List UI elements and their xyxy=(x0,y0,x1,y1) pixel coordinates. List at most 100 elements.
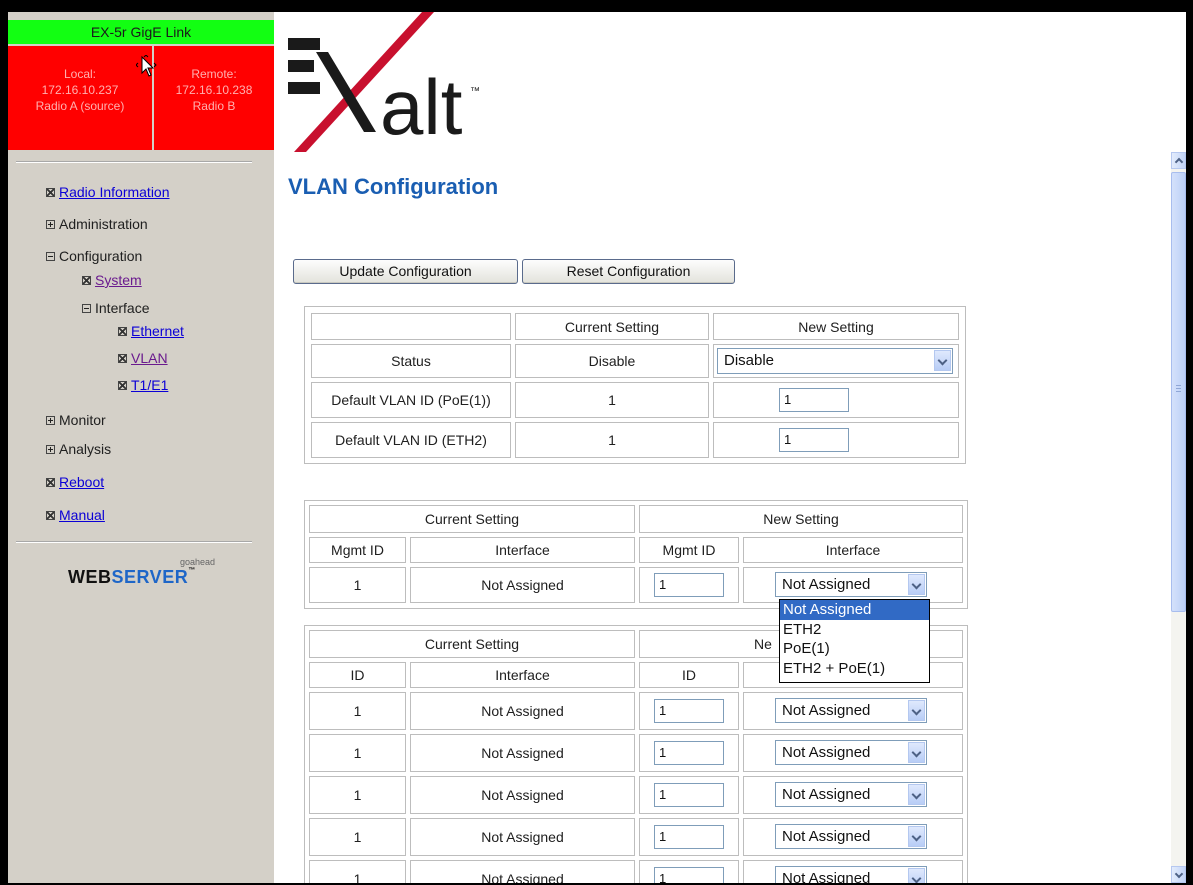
vlan-id-input[interactable]: 1 xyxy=(654,825,724,849)
dropdown-option[interactable]: ETH2 xyxy=(780,620,929,640)
mgmt-id-input[interactable]: 1 xyxy=(654,573,724,597)
header-new-setting: New Setting xyxy=(713,313,959,340)
manual-link[interactable]: Manual xyxy=(59,507,105,523)
vlan-row-id: 1 xyxy=(309,776,406,814)
leaf-node-icon xyxy=(118,381,127,390)
logo-trademark: ™ xyxy=(470,86,480,97)
mgmt-col-interface: Interface xyxy=(410,537,635,563)
t1e1-link[interactable]: T1/E1 xyxy=(131,377,168,393)
webserver-vendor-text: goahead xyxy=(180,557,216,567)
mgmt-interface-select[interactable]: Not Assigned xyxy=(775,572,927,597)
vlan-interface-select[interactable]: Not Assigned xyxy=(775,866,927,883)
status-new-cell: Disable xyxy=(713,344,959,378)
scroll-up-button[interactable] xyxy=(1171,152,1186,169)
vlan-list-col-id: ID xyxy=(309,662,406,688)
vertical-scrollbar[interactable] xyxy=(1171,152,1186,883)
expand-icon[interactable] xyxy=(46,220,55,229)
ethernet-link[interactable]: Ethernet xyxy=(131,323,184,339)
scrollbar-thumb[interactable] xyxy=(1171,172,1186,612)
vlan-link[interactable]: VLAN xyxy=(131,350,168,366)
dropdown-arrow-icon[interactable] xyxy=(908,700,925,721)
vlan-row-new-id-cell: 1 xyxy=(639,860,739,883)
vlan-interface-select[interactable]: Not Assigned xyxy=(775,824,927,849)
collapse-icon[interactable] xyxy=(82,304,91,313)
mgmt-header-current: Current Setting xyxy=(309,505,635,533)
nav-item-monitor[interactable]: Monitor xyxy=(46,412,106,428)
system-link[interactable]: System xyxy=(95,272,142,288)
vlan-row-new-interface-cell: Not Assigned xyxy=(743,818,963,856)
reset-configuration-button[interactable]: Reset Configuration xyxy=(522,259,735,284)
interface-label: Interface xyxy=(95,300,150,316)
vlan-status-table: Current Setting New Setting Status Disab… xyxy=(304,306,966,464)
local-radio-status: Local: 172.16.10.237 Radio A (source) xyxy=(8,46,152,150)
logo-wordmark: alt xyxy=(380,63,463,151)
vlan-id-input[interactable]: 1 xyxy=(654,741,724,765)
administration-label: Administration xyxy=(59,216,148,232)
nav-item-reboot[interactable]: Reboot xyxy=(46,474,104,490)
default-vlan-poe-new-cell: 1 xyxy=(713,382,959,418)
reboot-link[interactable]: Reboot xyxy=(59,474,104,490)
mgmt-new-interface-cell: Not Assigned xyxy=(743,567,963,603)
vlan-id-input[interactable]: 1 xyxy=(654,783,724,807)
vlan-list-col-new-id: ID xyxy=(639,662,739,688)
mgmt-col-new-interface: Interface xyxy=(743,537,963,563)
expand-icon[interactable] xyxy=(46,416,55,425)
nav-item-manual[interactable]: Manual xyxy=(46,507,105,523)
status-select[interactable]: Disable xyxy=(717,348,953,374)
dropdown-arrow-icon[interactable] xyxy=(908,784,925,805)
default-vlan-poe-input[interactable]: 1 xyxy=(779,388,849,412)
vlan-row-new-interface-cell: Not Assigned xyxy=(743,692,963,730)
remote-label: Remote: xyxy=(191,67,237,81)
interface-dropdown-list[interactable]: Not Assigned ETH2 PoE(1) ETH2 + PoE(1) xyxy=(779,599,930,683)
exalt-logo: alt ™ xyxy=(288,12,480,152)
dropdown-arrow-icon[interactable] xyxy=(908,868,925,883)
radio-information-link[interactable]: Radio Information xyxy=(59,184,170,200)
nav-item-radio-information[interactable]: Radio Information xyxy=(46,184,170,200)
nav-item-vlan[interactable]: VLAN xyxy=(118,350,168,366)
nav-item-ethernet[interactable]: Ethernet xyxy=(118,323,184,339)
dropdown-arrow-icon[interactable] xyxy=(934,350,951,371)
nav-item-system[interactable]: System xyxy=(82,272,142,288)
dropdown-option[interactable]: ETH2 + PoE(1) xyxy=(780,659,929,679)
vlan-id-input[interactable]: 1 xyxy=(654,867,724,883)
leaf-node-icon xyxy=(82,276,91,285)
chevron-down-icon xyxy=(1174,869,1184,879)
local-radio-name: Radio A (source) xyxy=(35,99,125,113)
default-vlan-eth2-current: 1 xyxy=(515,422,709,458)
vlan-row-interface: Not Assigned xyxy=(410,818,635,856)
dropdown-arrow-icon[interactable] xyxy=(908,742,925,763)
empty-header-cell xyxy=(311,313,511,340)
dropdown-option[interactable]: Not Assigned xyxy=(780,600,929,620)
update-configuration-button[interactable]: Update Configuration xyxy=(293,259,518,284)
vlan-interface-select[interactable]: Not Assigned xyxy=(775,740,927,765)
vlan-id-input[interactable]: 1 xyxy=(654,699,724,723)
dropdown-option[interactable]: PoE(1) xyxy=(780,639,929,659)
webserver-logo: WEBSERVER™ xyxy=(68,567,196,587)
nav-item-administration[interactable]: Administration xyxy=(46,216,148,232)
vlan-interface-select[interactable]: Not Assigned xyxy=(775,698,927,723)
vlan-row-id: 1 xyxy=(309,734,406,772)
scroll-down-button[interactable] xyxy=(1171,866,1186,883)
remote-radio-name: Radio B xyxy=(192,99,236,113)
mgmt-col-new-id: Mgmt ID xyxy=(639,537,739,563)
default-vlan-poe-label: Default VLAN ID (PoE(1)) xyxy=(311,382,511,418)
nav-item-analysis[interactable]: Analysis xyxy=(46,441,111,457)
dropdown-arrow-icon[interactable] xyxy=(908,574,925,595)
nav-item-t1e1[interactable]: T1/E1 xyxy=(118,377,168,393)
dropdown-arrow-icon[interactable] xyxy=(908,826,925,847)
vlan-row-interface: Not Assigned xyxy=(410,860,635,883)
grip-line xyxy=(1176,388,1181,389)
configuration-label: Configuration xyxy=(59,248,143,264)
collapse-icon[interactable] xyxy=(46,252,55,261)
leaf-node-icon xyxy=(46,188,55,197)
mgmt-current-id: 1 xyxy=(309,567,406,603)
vlan-row-new-id-cell: 1 xyxy=(639,692,739,730)
nav-item-configuration[interactable]: Configuration xyxy=(46,248,142,264)
vlan-row-new-interface-cell: Not Assigned xyxy=(743,734,963,772)
vlan-row-new-id-cell: 1 xyxy=(639,776,739,814)
vlan-interface-select[interactable]: Not Assigned xyxy=(775,782,927,807)
default-vlan-eth2-input[interactable]: 1 xyxy=(779,428,849,452)
expand-icon[interactable] xyxy=(46,445,55,454)
remote-ip: 172.16.10.238 xyxy=(175,83,253,97)
nav-item-interface[interactable]: Interface xyxy=(82,300,149,316)
